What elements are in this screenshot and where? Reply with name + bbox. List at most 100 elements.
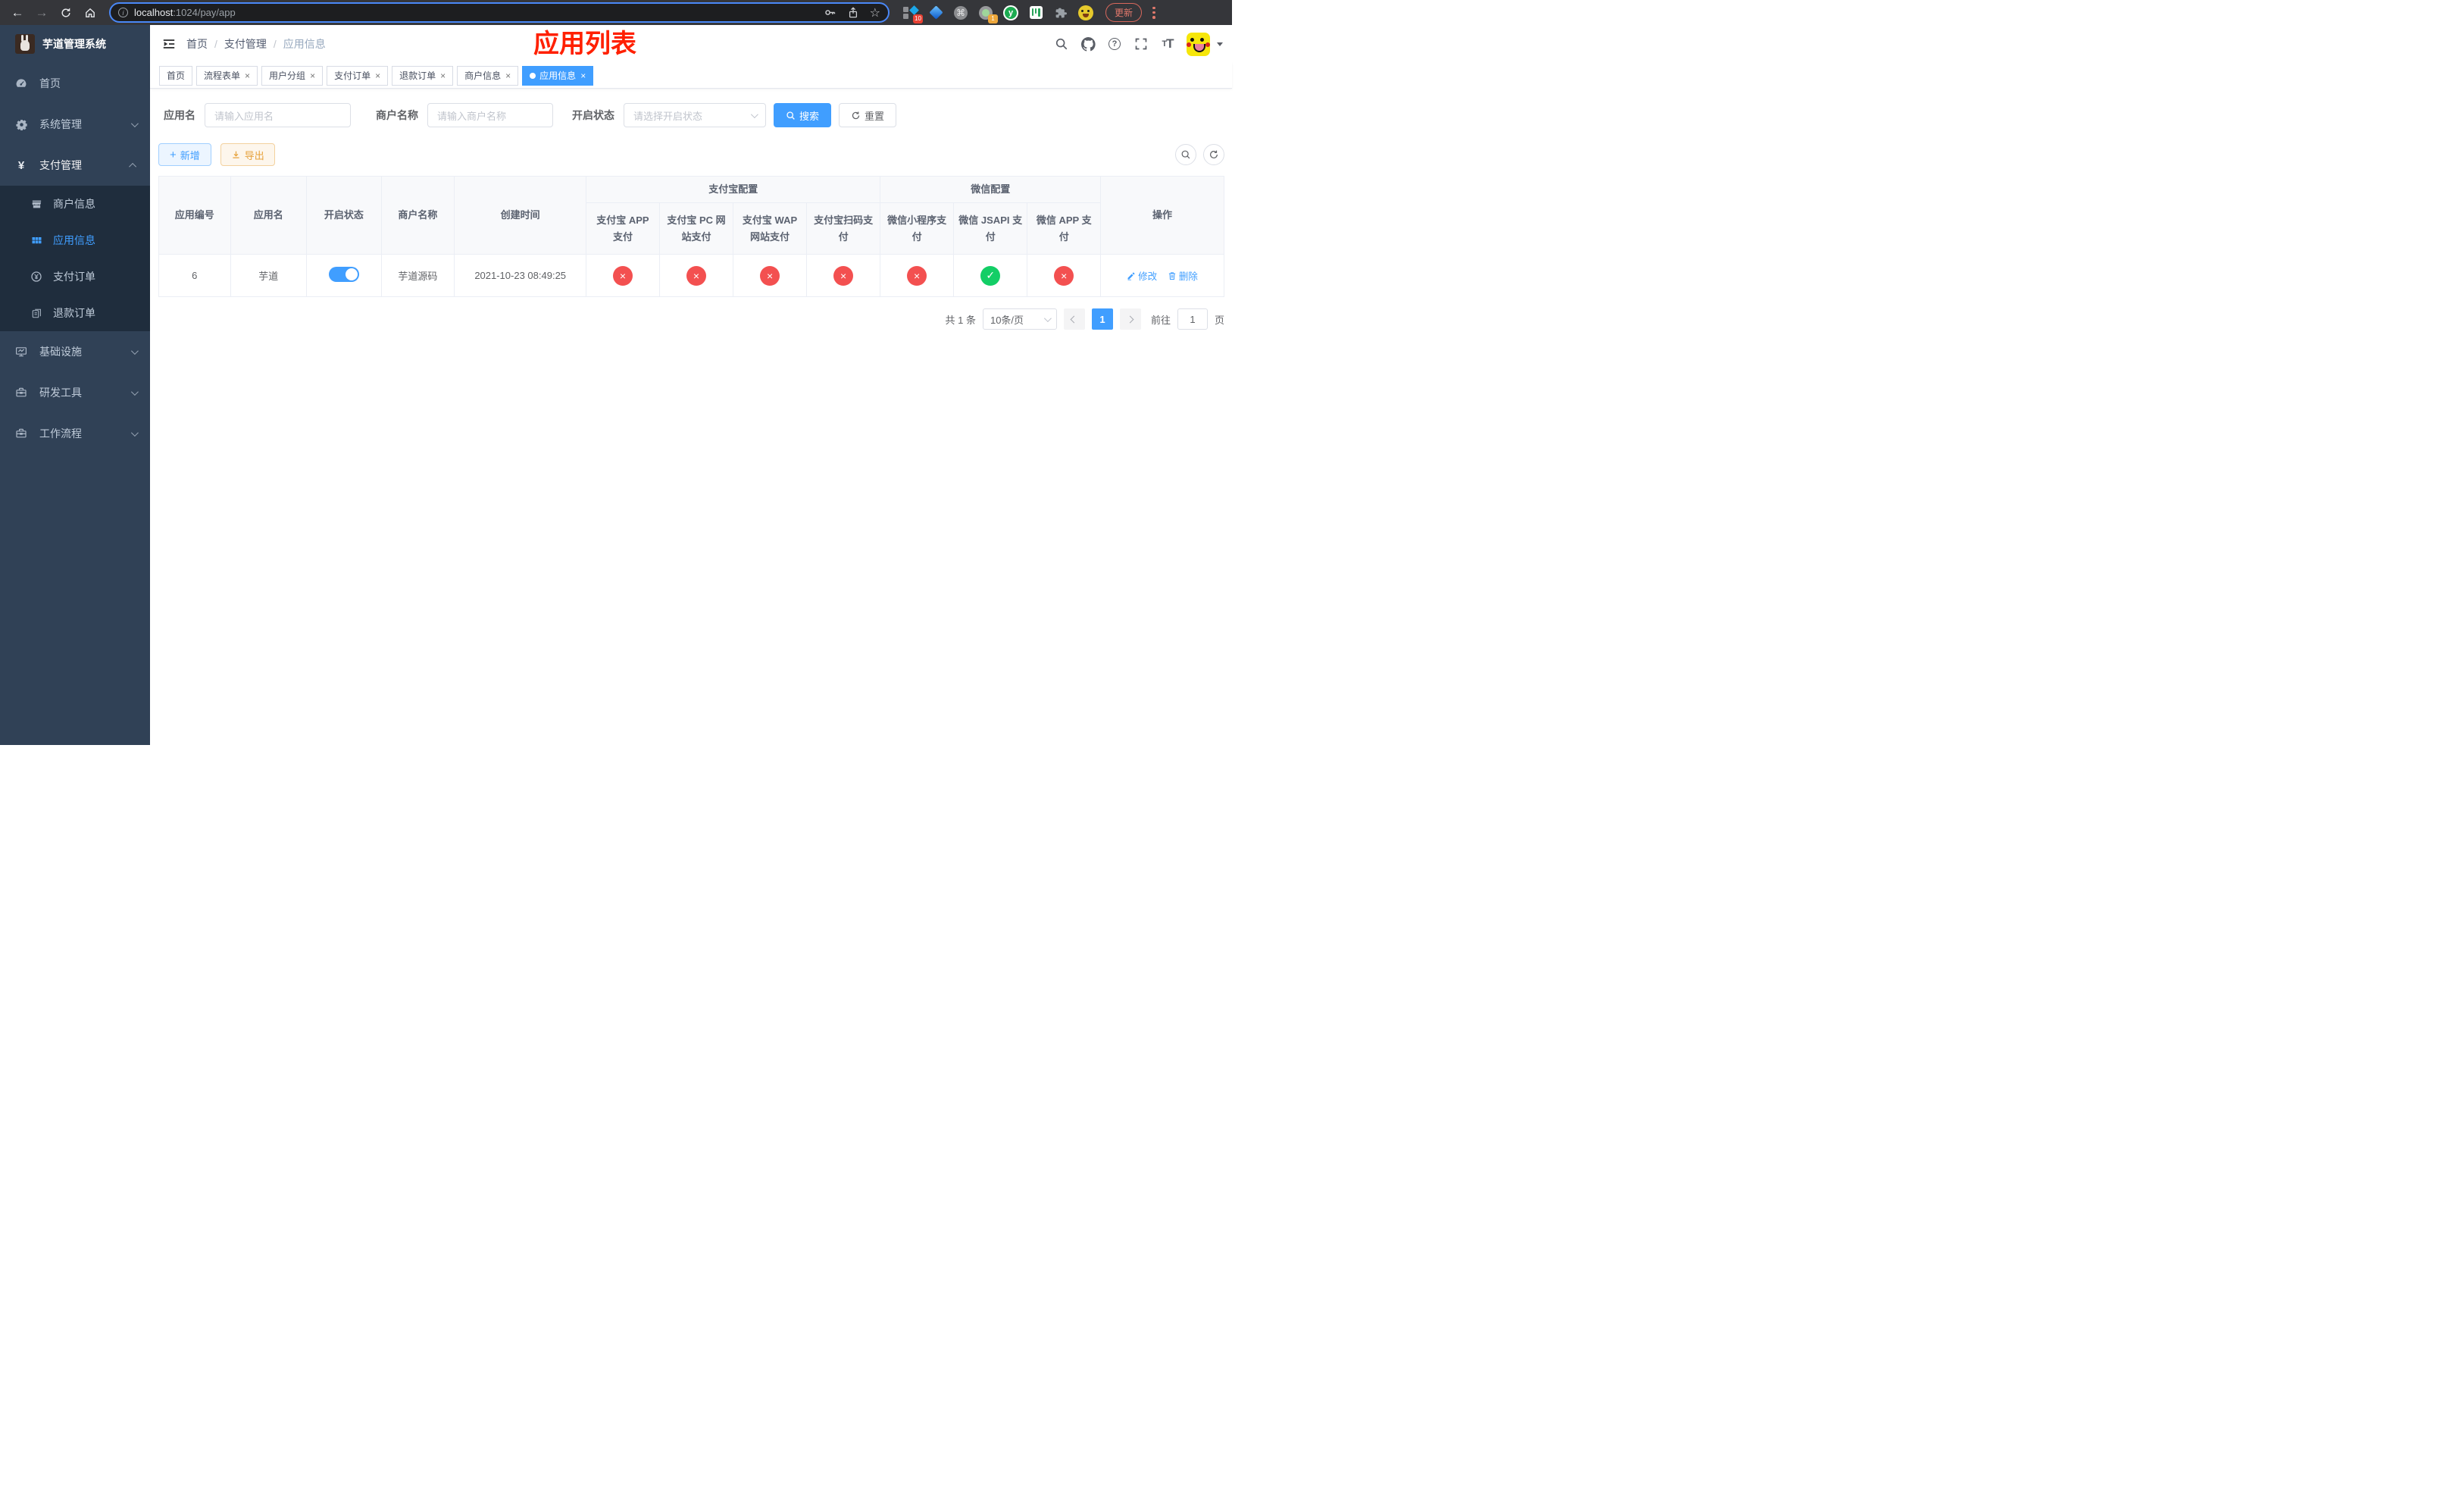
- next-page-button[interactable]: [1119, 308, 1141, 330]
- fullscreen-icon[interactable]: [1134, 36, 1149, 52]
- page-info-icon[interactable]: i: [118, 8, 128, 17]
- col-header-id: 应用编号: [158, 176, 231, 255]
- delete-link[interactable]: 删除: [1168, 268, 1198, 283]
- avatar-caret-icon[interactable]: [1217, 42, 1223, 46]
- prev-page-button[interactable]: [1063, 308, 1085, 330]
- breadcrumb-separator: /: [273, 38, 277, 50]
- header-search-icon[interactable]: [1054, 36, 1069, 52]
- sidebar-item-pay-order[interactable]: 支付订单: [0, 258, 150, 295]
- sidebar-item-home[interactable]: 首页: [0, 63, 150, 104]
- close-icon[interactable]: ×: [375, 70, 380, 81]
- col-header-created: 创建时间: [454, 176, 587, 255]
- sidebar-item-system[interactable]: 系统管理: [0, 104, 150, 145]
- status-select[interactable]: 请选择开启状态: [624, 103, 766, 127]
- extension-sketch-icon[interactable]: 10: [903, 5, 923, 23]
- cell-status: [306, 254, 382, 297]
- sidebar-logo[interactable]: 芋道管理系统: [0, 25, 150, 63]
- sidebar-item-app-info[interactable]: 应用信息: [0, 222, 150, 258]
- table-toolbar: + 新增 导出: [158, 143, 1224, 166]
- browser-reload-icon[interactable]: [56, 3, 76, 23]
- wechat-app-status-icon: ×: [1054, 265, 1074, 286]
- tag-user-group[interactable]: 用户分组 ×: [261, 65, 324, 86]
- status-toggle[interactable]: [328, 267, 359, 282]
- export-button[interactable]: 导出: [220, 143, 275, 166]
- sidebar-item-dev-tools[interactable]: 研发工具: [0, 372, 150, 413]
- tag-app-info[interactable]: 应用信息 ×: [522, 65, 594, 86]
- tag-refund-order[interactable]: 退款订单 ×: [392, 65, 454, 86]
- sidebar-item-label: 系统管理: [39, 118, 82, 130]
- extensions-puzzle-icon[interactable]: [1053, 5, 1068, 20]
- close-icon[interactable]: ×: [505, 70, 511, 81]
- browser-toolbar: ← → i localhost:1024/pay/app ☆ 10 ⌘ 1 y …: [0, 0, 1232, 25]
- tag-pay-order[interactable]: 支付订单 ×: [327, 65, 389, 86]
- sidebar-item-refund-order[interactable]: 退款订单: [0, 295, 150, 331]
- close-icon[interactable]: ×: [310, 70, 315, 81]
- breadcrumb-payment[interactable]: 支付管理: [224, 36, 267, 52]
- password-key-icon[interactable]: [824, 6, 836, 19]
- tag-merchant-info[interactable]: 商户信息 ×: [457, 65, 519, 86]
- sidebar-item-label: 商户信息: [53, 198, 95, 210]
- extension-recorder-icon[interactable]: 1: [978, 5, 998, 23]
- cell-merchant: 芋道源码: [380, 254, 455, 297]
- tag-home[interactable]: 首页: [159, 65, 193, 86]
- tag-process-form[interactable]: 流程表单 ×: [196, 65, 258, 86]
- github-icon[interactable]: [1080, 36, 1096, 52]
- merchant-name-input[interactable]: 请输入商户名称: [427, 103, 553, 127]
- page-size-select[interactable]: 10条/页: [982, 308, 1057, 330]
- reset-button[interactable]: 重置: [839, 103, 897, 127]
- chevron-down-icon: [1043, 314, 1052, 322]
- goto-label: 前往: [1150, 314, 1171, 326]
- breadcrumb-home[interactable]: 首页: [186, 36, 208, 52]
- pagination: 共 1 条 10条/页 1 前往 页: [158, 308, 1224, 330]
- help-doc-icon[interactable]: ?: [1107, 36, 1122, 52]
- close-icon[interactable]: ×: [440, 70, 446, 81]
- toggle-search-button[interactable]: [1175, 144, 1196, 165]
- edit-link[interactable]: 修改: [1127, 268, 1157, 283]
- extension-command-icon[interactable]: ⌘: [953, 5, 968, 20]
- browser-back-icon[interactable]: ←: [8, 3, 27, 23]
- extension-badge: 1: [988, 14, 998, 23]
- sidebar-item-payment[interactable]: ¥ 支付管理: [0, 145, 150, 186]
- goto-page-input[interactable]: [1177, 308, 1208, 330]
- add-button[interactable]: + 新增: [158, 143, 211, 166]
- extension-badge: 10: [913, 14, 923, 23]
- close-icon[interactable]: ×: [580, 70, 586, 81]
- sidebar-item-infra[interactable]: 基础设施: [0, 331, 150, 372]
- extension-kanban-icon[interactable]: [1028, 5, 1043, 20]
- cell-app-name: 芋道: [230, 254, 308, 297]
- search-button[interactable]: 搜索: [774, 103, 832, 127]
- coin-yen-icon: [30, 271, 42, 283]
- col-header-alipay-app: 支付宝 APP 支付: [586, 202, 660, 255]
- sidebar-item-workflow[interactable]: 工作流程: [0, 413, 150, 454]
- font-size-icon[interactable]: TT: [1160, 36, 1175, 52]
- refresh-button[interactable]: [1203, 144, 1224, 165]
- table-row: 6 芋道 芋道源码 2021-10-23 08:49:25 × × × × × …: [158, 254, 1224, 297]
- sidebar-fold-icon[interactable]: [158, 33, 180, 55]
- browser-update-button[interactable]: 更新: [1105, 3, 1143, 22]
- dashboard-icon: [15, 77, 27, 89]
- annotation-app-list: 应用列表: [533, 30, 636, 58]
- current-page-button[interactable]: 1: [1091, 308, 1113, 330]
- close-icon[interactable]: ×: [245, 70, 250, 81]
- sidebar-item-label: 研发工具: [39, 387, 82, 399]
- toolbox-icon: [15, 387, 27, 399]
- chevron-down-icon: [130, 346, 139, 355]
- address-bar[interactable]: i localhost:1024/pay/app ☆: [109, 2, 890, 23]
- extension-gem-icon[interactable]: [928, 5, 943, 20]
- chevron-down-icon: [130, 387, 139, 396]
- col-header-alipay-pc: 支付宝 PC 网站支付: [658, 202, 734, 255]
- sidebar-item-merchant-info[interactable]: 商户信息: [0, 186, 150, 222]
- app-name-input[interactable]: 请输入应用名: [205, 103, 351, 127]
- browser-menu-icon[interactable]: [1152, 6, 1155, 19]
- yen-icon: ¥: [17, 158, 25, 172]
- extension-y-icon[interactable]: y: [1003, 5, 1018, 20]
- col-header-wechat-mini: 微信小程序支付: [880, 202, 954, 255]
- browser-home-icon[interactable]: [80, 3, 100, 23]
- bookmark-star-icon[interactable]: ☆: [870, 5, 880, 20]
- share-icon[interactable]: [847, 6, 859, 19]
- browser-profile-avatar[interactable]: [1078, 5, 1093, 20]
- tags-view-bar: 首页 流程表单 × 用户分组 × 支付订单 × 退款订单 × 商户信息 × 应用信息 ×: [150, 63, 1232, 89]
- browser-forward-icon[interactable]: →: [32, 3, 52, 23]
- merchant-name-label: 商户名称: [376, 109, 418, 121]
- user-avatar[interactable]: [1187, 32, 1210, 56]
